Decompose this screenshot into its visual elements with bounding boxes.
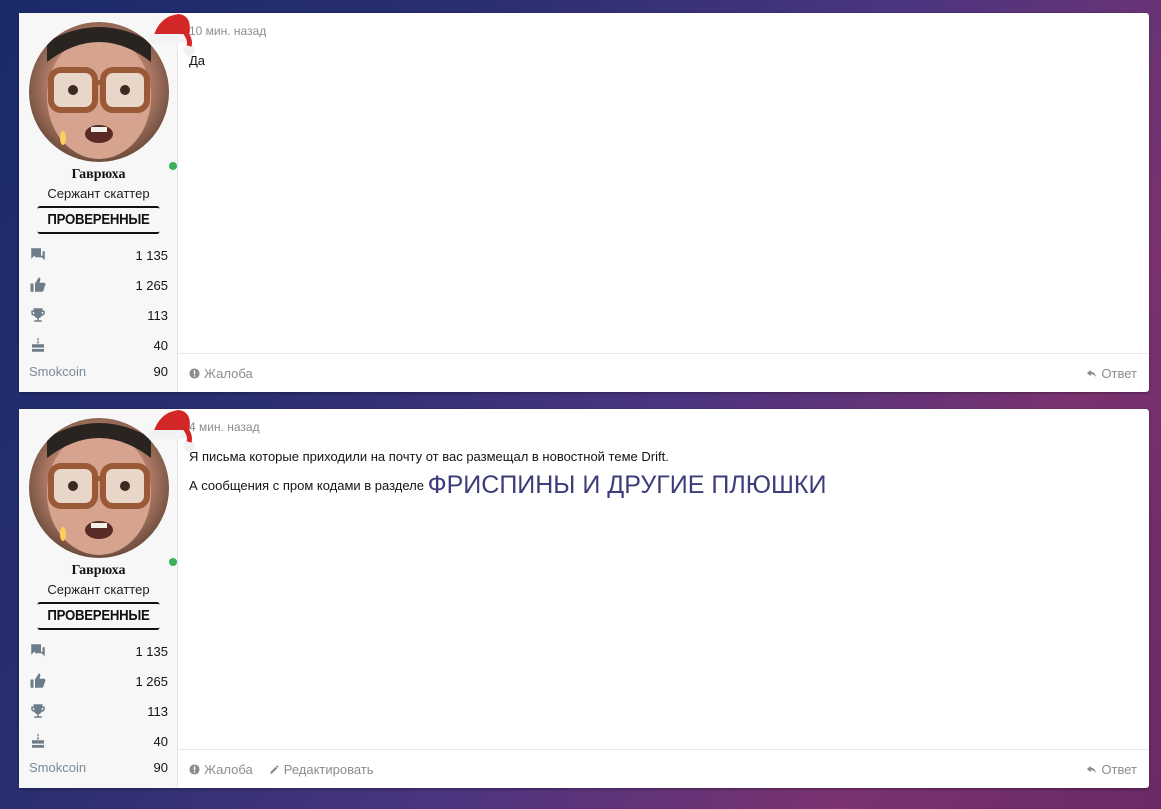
avatar-image[interactable] xyxy=(29,22,169,162)
coin-value: 90 xyxy=(153,363,168,379)
reply-button[interactable]: Ответ xyxy=(1086,762,1137,777)
message-post: Гаврюха Сержант скаттер ПРОВЕРЕННЫЕ 1 13… xyxy=(19,13,1149,392)
chat-bubbles-icon xyxy=(31,644,45,657)
pencil-icon xyxy=(270,764,279,774)
stat-trophies-value: 113 xyxy=(147,703,168,719)
report-button[interactable]: Жалоба xyxy=(189,366,253,381)
username[interactable]: Гаврюха xyxy=(19,563,178,579)
section-link[interactable]: ФРИСПИНЫ И ДРУГИЕ ПЛЮШКИ xyxy=(428,471,827,499)
edit-button[interactable]: Редактировать xyxy=(269,762,374,777)
thumbs-up-icon xyxy=(30,673,46,688)
stat-age-value: 40 xyxy=(153,337,168,353)
user-info-panel: Гаврюха Сержант скаттер ПРОВЕРЕННЫЕ 1 13… xyxy=(19,13,195,392)
report-button[interactable]: Жалоба xyxy=(189,762,253,777)
stat-messages: 1 135 xyxy=(29,246,168,264)
stat-reactions-value: 1 265 xyxy=(135,277,168,293)
chat-bubbles-icon xyxy=(31,248,45,261)
post-body-line: Я письма которые приходили на почту от в… xyxy=(189,449,669,464)
user-banner: ПРОВЕРЕННЫЕ xyxy=(37,206,160,234)
birthday-cake-icon xyxy=(32,733,44,748)
report-label: Жалоба xyxy=(204,761,253,777)
user-title: Сержант скаттер xyxy=(47,582,150,597)
coin-label: Smokcoin xyxy=(29,759,87,775)
post-footer: Жалоба Ответ xyxy=(178,353,1149,392)
stat-trophies: 113 xyxy=(29,306,168,324)
message-content: 10 мин. назад Да Жалоба Ответ xyxy=(178,13,1149,392)
message-content: 4 мин. назад Я письма которые приходили … xyxy=(178,409,1149,788)
stat-coin: Smokcoin 90 xyxy=(29,362,168,380)
stat-messages-value: 1 135 xyxy=(135,643,168,659)
reply-arrow-icon xyxy=(1087,369,1097,377)
post-timestamp[interactable]: 4 мин. назад xyxy=(189,420,260,434)
coin-label: Smokcoin xyxy=(29,363,87,379)
post-body-text: Да xyxy=(189,53,206,68)
stat-trophies: 113 xyxy=(29,702,168,720)
thumbs-up-icon xyxy=(30,277,46,292)
birthday-cake-icon xyxy=(32,337,44,352)
avatar-image[interactable] xyxy=(29,418,169,558)
stat-age-value: 40 xyxy=(153,733,168,749)
reply-label: Ответ xyxy=(1101,761,1137,777)
user-title: Сержант скаттер xyxy=(47,186,150,201)
report-label: Жалоба xyxy=(204,365,253,381)
stat-coin: Smokcoin 90 xyxy=(29,758,168,776)
post-timestamp[interactable]: 10 мин. назад xyxy=(189,24,266,38)
reply-arrow-icon xyxy=(1087,765,1097,773)
edit-label: Редактировать xyxy=(283,761,374,777)
post-footer: Жалоба Редактировать Ответ xyxy=(178,749,1149,788)
exclamation-circle-icon xyxy=(189,763,200,775)
user-info-panel: Гаврюха Сержант скаттер ПРОВЕРЕННЫЕ 1 13… xyxy=(19,409,195,788)
post-body-text: А сообщения с пром кодами в разделе xyxy=(189,478,424,493)
avatar[interactable] xyxy=(29,410,195,566)
coin-value: 90 xyxy=(153,759,168,775)
exclamation-circle-icon xyxy=(189,367,200,379)
trophy-icon xyxy=(31,308,45,322)
reply-button[interactable]: Ответ xyxy=(1086,366,1137,381)
stat-age: 40 xyxy=(29,732,168,750)
stat-reactions: 1 265 xyxy=(29,672,168,690)
reply-label: Ответ xyxy=(1101,365,1137,381)
stat-messages-value: 1 135 xyxy=(135,247,168,263)
avatar[interactable] xyxy=(29,14,195,170)
stat-messages: 1 135 xyxy=(29,642,168,660)
stat-reactions: 1 265 xyxy=(29,276,168,294)
user-banner: ПРОВЕРЕННЫЕ xyxy=(37,602,160,630)
trophy-icon xyxy=(31,704,45,718)
stat-age: 40 xyxy=(29,336,168,354)
post-body-line: А сообщения с пром кодами в разделе ФРИС… xyxy=(189,471,826,500)
stat-reactions-value: 1 265 xyxy=(135,673,168,689)
stat-trophies-value: 113 xyxy=(147,307,168,323)
username[interactable]: Гаврюха xyxy=(19,167,178,183)
message-post: Гаврюха Сержант скаттер ПРОВЕРЕННЫЕ 1 13… xyxy=(19,409,1149,788)
